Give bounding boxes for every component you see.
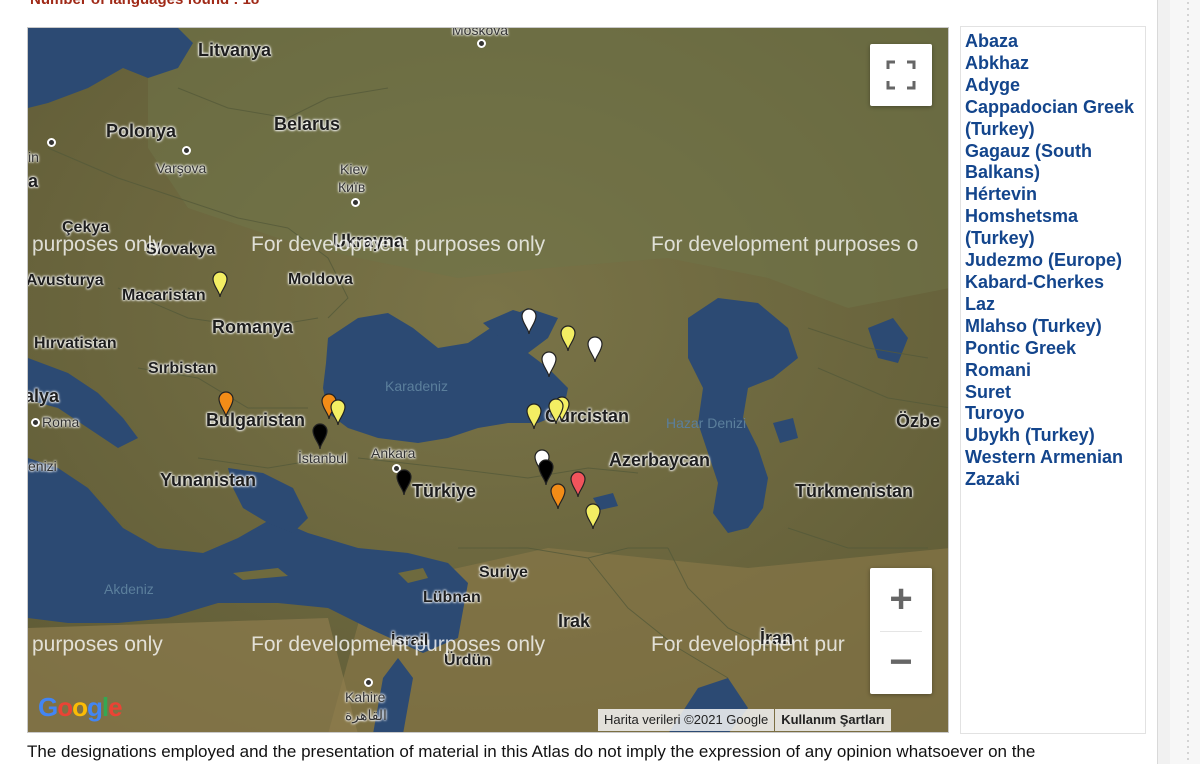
language-link[interactable]: Hértevin <box>965 184 1145 206</box>
watermark: For development purposes o <box>651 233 919 256</box>
fullscreen-button[interactable] <box>870 44 932 106</box>
language-link[interactable]: Judezmo (Europe) <box>965 250 1145 272</box>
resize-handle[interactable] <box>1185 0 1191 764</box>
language-marker[interactable] <box>211 270 229 298</box>
language-marker[interactable] <box>586 335 604 363</box>
language-marker[interactable] <box>540 350 558 378</box>
language-link[interactable]: Gagauz (South <box>965 141 1145 163</box>
language-link[interactable]: (Turkey) <box>965 119 1145 141</box>
language-marker[interactable] <box>525 402 543 430</box>
language-marker[interactable] <box>569 470 587 498</box>
language-link[interactable]: Kabard-Cherkes <box>965 272 1145 294</box>
watermark: For development purposes only <box>251 633 546 656</box>
language-count-header: Number of languages found : 18 <box>30 0 259 8</box>
language-link[interactable]: Zazaki <box>965 469 1145 491</box>
language-marker[interactable] <box>395 468 413 496</box>
city-dot <box>182 146 191 155</box>
language-link[interactable]: Pontic Greek <box>965 338 1145 360</box>
language-marker[interactable] <box>311 422 329 450</box>
language-link[interactable]: Mlahso (Turkey) <box>965 316 1145 338</box>
language-link[interactable]: Abaza <box>965 31 1145 53</box>
sea-label: Akdeniz <box>104 581 154 597</box>
sea-label: Karadeniz <box>385 378 449 394</box>
city-dot <box>47 138 56 147</box>
google-logo[interactable]: Google <box>38 692 123 723</box>
watermark: For development pur <box>651 633 845 656</box>
city-label: Київ <box>338 179 366 195</box>
country-label: Polonya <box>106 121 177 141</box>
city-dot <box>31 418 40 427</box>
country-label: Azerbaycan <box>609 450 711 470</box>
city-dot <box>477 39 486 48</box>
language-link[interactable]: (Turkey) <box>965 228 1145 250</box>
language-link[interactable]: Adyge <box>965 75 1145 97</box>
country-label: Özbe <box>896 411 941 431</box>
zoom-control: + − <box>870 568 932 694</box>
watermark: purposes only <box>32 633 163 656</box>
city-dot <box>351 198 360 207</box>
language-marker[interactable] <box>584 502 602 530</box>
country-label: Avusturya <box>27 272 104 289</box>
language-marker[interactable] <box>549 482 567 510</box>
city-label: Kahire <box>345 689 386 705</box>
language-link[interactable]: Suret <box>965 382 1145 404</box>
language-marker[interactable] <box>547 397 565 425</box>
country-label: Yunanistan <box>160 470 257 490</box>
map-data-credit[interactable]: Harita verileri ©2021 Google <box>598 709 775 731</box>
country-label: Romanya <box>212 317 294 337</box>
language-marker[interactable] <box>520 307 538 335</box>
country-label: Suriye <box>479 564 528 581</box>
zoom-out-button[interactable]: − <box>870 631 932 694</box>
city-label: Varşova <box>156 160 207 176</box>
language-link[interactable]: Balkans) <box>965 162 1145 184</box>
language-link[interactable]: Western Armenian <box>965 447 1145 469</box>
country-label: Irak <box>558 611 591 631</box>
watermark: For development purposes only <box>251 233 546 256</box>
city-label: Roma <box>42 414 80 430</box>
fullscreen-icon <box>886 60 916 90</box>
language-marker[interactable] <box>559 324 577 352</box>
country-label: a <box>28 171 39 191</box>
language-link[interactable]: Turoyo <box>965 403 1145 425</box>
city-label: القاهرة <box>345 707 387 723</box>
language-link[interactable]: Abkhaz <box>965 53 1145 75</box>
city-label: Moskova <box>452 27 509 38</box>
map-attribution: Harita verileri ©2021 Google Kullanım Şa… <box>598 709 891 731</box>
country-label: Türkmenistan <box>795 481 914 501</box>
country-label: Moldova <box>288 271 353 288</box>
country-label: Lübnan <box>423 589 481 606</box>
city-label: in <box>28 149 39 165</box>
city-label: enizi <box>28 458 57 474</box>
watermark: purposes only <box>32 233 163 256</box>
language-link[interactable]: Homshetsma <box>965 206 1145 228</box>
language-link[interactable]: Romani <box>965 360 1145 382</box>
terms-link[interactable]: Kullanım Şartları <box>775 709 891 731</box>
language-link[interactable]: Cappadocian Greek <box>965 97 1145 119</box>
city-label: Kiev <box>340 161 368 177</box>
zoom-in-button[interactable]: + <box>870 568 932 631</box>
city-label: İstanbul <box>298 450 348 466</box>
city-dot <box>364 678 373 687</box>
zoom-divider <box>880 631 922 632</box>
country-label: Litvanya <box>198 40 272 60</box>
map-view[interactable]: Litvanya Belarus Polonya Çekya Slovakya … <box>27 27 949 733</box>
country-label: Belarus <box>274 114 341 134</box>
disclaimer-text: The designations employed and the presen… <box>27 742 1036 761</box>
language-list: Abaza Abkhaz Adyge Cappadocian Greek (Tu… <box>960 26 1146 734</box>
language-link[interactable]: Ubykh (Turkey) <box>965 425 1145 447</box>
language-link[interactable]: Laz <box>965 294 1145 316</box>
country-label: Sırbistan <box>148 360 217 377</box>
country-label: Türkiye <box>412 481 477 501</box>
country-label: Hırvatistan <box>34 335 117 352</box>
city-label: Ankara <box>371 445 416 461</box>
country-label: alya <box>27 386 60 406</box>
country-label: Macaristan <box>122 287 206 304</box>
language-marker[interactable] <box>217 390 235 418</box>
sea-label: Hazar Denizi <box>666 415 747 431</box>
language-marker[interactable] <box>329 398 347 426</box>
